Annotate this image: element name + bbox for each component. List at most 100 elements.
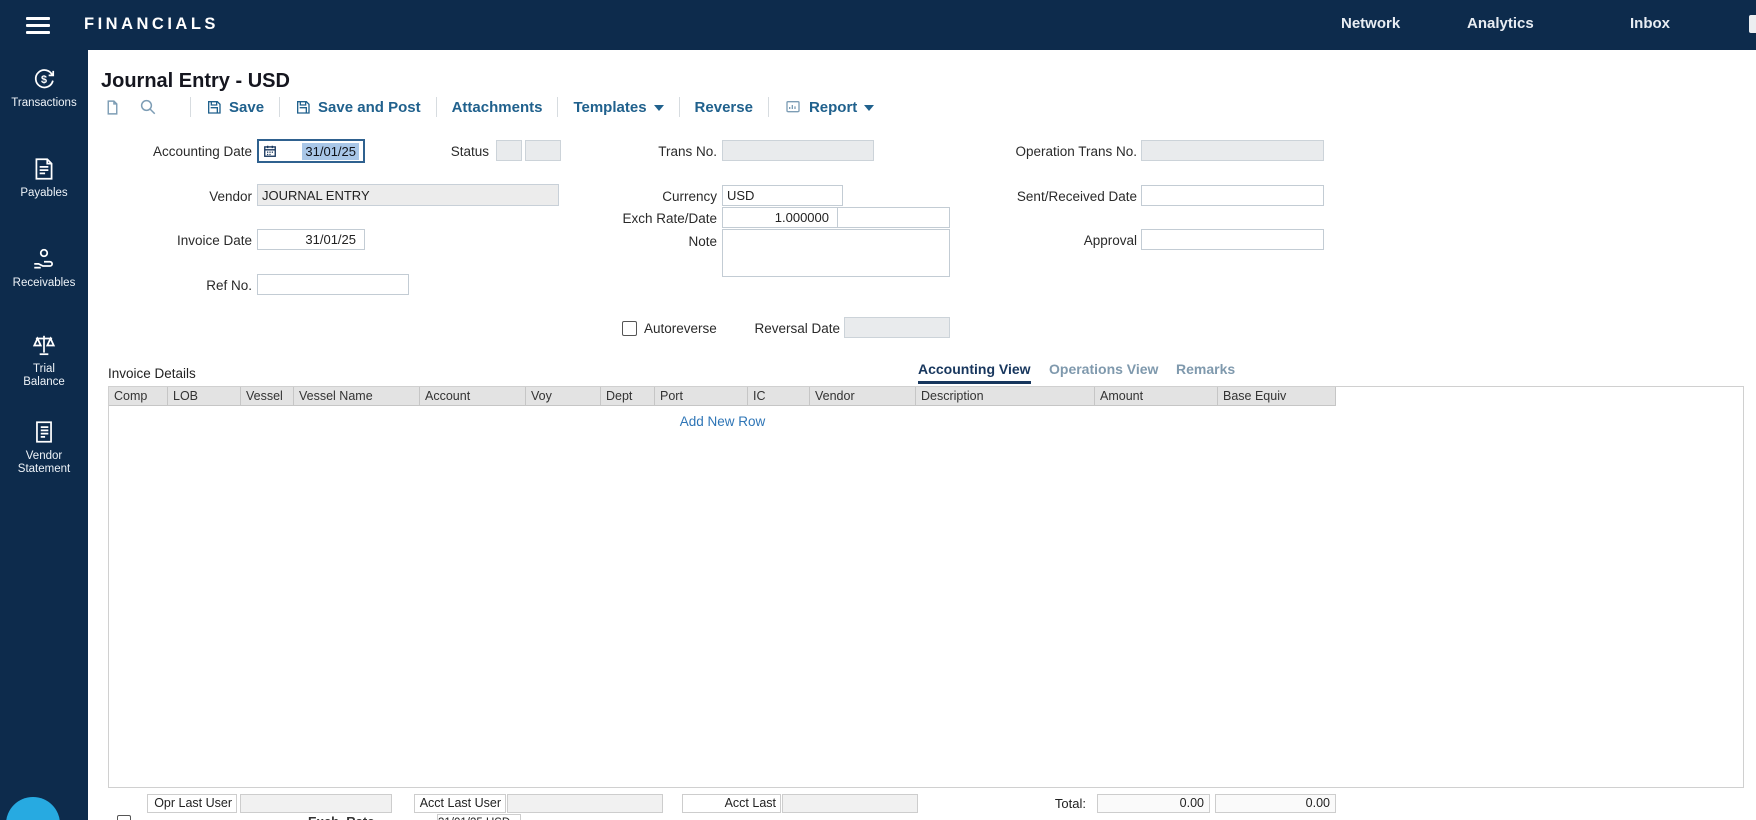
sidebar-item-transactions[interactable]: $ Transactions xyxy=(0,66,88,110)
sent-received-date-field[interactable] xyxy=(1141,185,1324,206)
exch-rate-field[interactable] xyxy=(722,207,838,228)
autoreverse-checkbox[interactable] xyxy=(622,321,637,336)
column-header-vessel-name[interactable]: Vessel Name xyxy=(294,387,420,406)
invoice-date-field[interactable] xyxy=(257,229,365,250)
report-button[interactable]: Report xyxy=(784,99,874,116)
partial-row-value: 31/01/25 USD xyxy=(437,814,521,820)
vendor-statement-icon xyxy=(31,419,57,445)
save-and-post-button[interactable]: Save and Post xyxy=(295,99,421,116)
app-window: FINANCIALS Network Analytics Inbox $ Tra… xyxy=(0,0,1756,820)
report-icon xyxy=(784,99,802,115)
status-label: Status xyxy=(389,141,489,162)
operation-trans-no-field[interactable] xyxy=(1141,140,1324,161)
tab-operations-view[interactable]: Operations View xyxy=(1049,361,1158,381)
toolbar-divider xyxy=(768,97,769,117)
partial-row-checkbox[interactable] xyxy=(117,815,131,820)
sidebar-item-trial-balance[interactable]: Trial Balance xyxy=(0,332,88,389)
accounting-date-field[interactable]: 31/01/25 xyxy=(257,139,365,163)
acct-last-update-label: Acct Last Update xyxy=(682,794,781,813)
invoice-details-title: Invoice Details xyxy=(108,366,196,381)
search-button[interactable] xyxy=(139,98,157,116)
chevron-down-icon xyxy=(864,105,874,111)
calendar-icon[interactable] xyxy=(263,144,277,158)
total-label: Total: xyxy=(986,794,1086,813)
chevron-down-icon xyxy=(654,105,664,111)
tab-accounting-view[interactable]: Accounting View xyxy=(918,361,1031,384)
approval-field[interactable] xyxy=(1141,229,1324,250)
reverse-button[interactable]: Reverse xyxy=(695,99,753,116)
save-button[interactable]: Save xyxy=(206,99,264,116)
sidebar-item-vendor-statement[interactable]: Vendor Statement xyxy=(0,419,88,476)
column-header-vessel[interactable]: Vessel xyxy=(241,387,294,406)
add-new-row-link[interactable]: Add New Row xyxy=(109,414,1336,429)
save-label: Save xyxy=(229,99,264,116)
column-header-dept[interactable]: Dept xyxy=(601,387,655,406)
save-icon xyxy=(206,99,222,115)
column-header-description[interactable]: Description xyxy=(916,387,1095,406)
column-header-port[interactable]: Port xyxy=(655,387,748,406)
column-header-comp[interactable]: Comp xyxy=(109,387,168,406)
column-header-ic[interactable]: IC xyxy=(748,387,810,406)
currency-field[interactable] xyxy=(722,185,843,206)
total-base-equiv-value: 0.00 xyxy=(1215,794,1336,813)
nav-inbox[interactable]: Inbox xyxy=(1630,15,1670,32)
partial-icon xyxy=(1749,15,1756,33)
save-and-post-label: Save and Post xyxy=(318,99,421,116)
toolbar-divider xyxy=(679,97,680,117)
help-fab-button[interactable] xyxy=(6,797,60,820)
toolbar-divider xyxy=(190,97,191,117)
trial-balance-icon xyxy=(31,332,57,358)
sidebar-item-payables[interactable]: Payables xyxy=(0,156,88,200)
partial-row-label: Exch. Rate xyxy=(308,814,374,820)
approval-label: Approval xyxy=(987,230,1137,251)
operation-trans-no-label: Operation Trans No. xyxy=(987,141,1137,162)
toolbar-divider xyxy=(279,97,280,117)
invoice-details-grid: Comp LOB Vessel Vessel Name Account Voy … xyxy=(108,386,1744,788)
exch-rate-date-field[interactable] xyxy=(837,207,950,228)
templates-button[interactable]: Templates xyxy=(573,99,663,116)
status-code-field[interactable] xyxy=(496,140,522,161)
transactions-icon: $ xyxy=(31,66,57,92)
note-field[interactable] xyxy=(722,229,950,277)
attachments-label: Attachments xyxy=(452,99,543,116)
currency-label: Currency xyxy=(617,186,717,207)
reverse-label: Reverse xyxy=(695,99,753,116)
sent-received-date-label: Sent/Received Date xyxy=(987,186,1137,207)
ref-no-field[interactable] xyxy=(257,274,409,295)
tab-remarks[interactable]: Remarks xyxy=(1176,361,1235,381)
invoice-date-label: Invoice Date xyxy=(100,230,252,251)
new-document-button[interactable] xyxy=(104,98,121,117)
column-header-voy[interactable]: Voy xyxy=(526,387,601,406)
status-text-field[interactable] xyxy=(525,140,561,161)
acct-last-update-field[interactable] xyxy=(782,794,918,813)
sidebar-item-receivables[interactable]: Receivables xyxy=(0,246,88,290)
acct-last-user-field[interactable] xyxy=(507,794,663,813)
vendor-field[interactable] xyxy=(257,184,559,206)
acct-last-user-label: Acct Last User xyxy=(414,794,506,813)
column-header-base-equiv[interactable]: Base Equiv xyxy=(1218,387,1336,406)
svg-text:$: $ xyxy=(41,74,47,86)
opr-last-user-label: Opr Last User xyxy=(147,794,237,813)
reversal-date-label: Reversal Date xyxy=(740,318,840,339)
column-header-vendor[interactable]: Vendor xyxy=(810,387,916,406)
receivables-icon xyxy=(31,246,57,272)
reversal-date-field[interactable] xyxy=(844,317,950,338)
column-header-account[interactable]: Account xyxy=(420,387,526,406)
menu-icon[interactable] xyxy=(26,17,50,34)
toolbar: Save Save and Post Attachments Templates… xyxy=(104,93,874,121)
trans-no-field[interactable] xyxy=(722,140,874,161)
total-amount-value: 0.00 xyxy=(1097,794,1210,813)
trans-no-label: Trans No. xyxy=(617,141,717,162)
nav-network[interactable]: Network xyxy=(1341,15,1400,32)
opr-last-user-field[interactable] xyxy=(240,794,392,813)
accounting-date-label: Accounting Date xyxy=(100,141,252,162)
autoreverse-label: Autoreverse xyxy=(644,318,717,339)
app-title: FINANCIALS xyxy=(84,15,219,34)
toolbar-divider xyxy=(436,97,437,117)
toolbar-divider xyxy=(557,97,558,117)
column-header-lob[interactable]: LOB xyxy=(168,387,241,406)
column-header-amount[interactable]: Amount xyxy=(1095,387,1218,406)
nav-analytics[interactable]: Analytics xyxy=(1467,15,1534,32)
vendor-label: Vendor xyxy=(100,186,252,207)
attachments-button[interactable]: Attachments xyxy=(452,99,543,116)
